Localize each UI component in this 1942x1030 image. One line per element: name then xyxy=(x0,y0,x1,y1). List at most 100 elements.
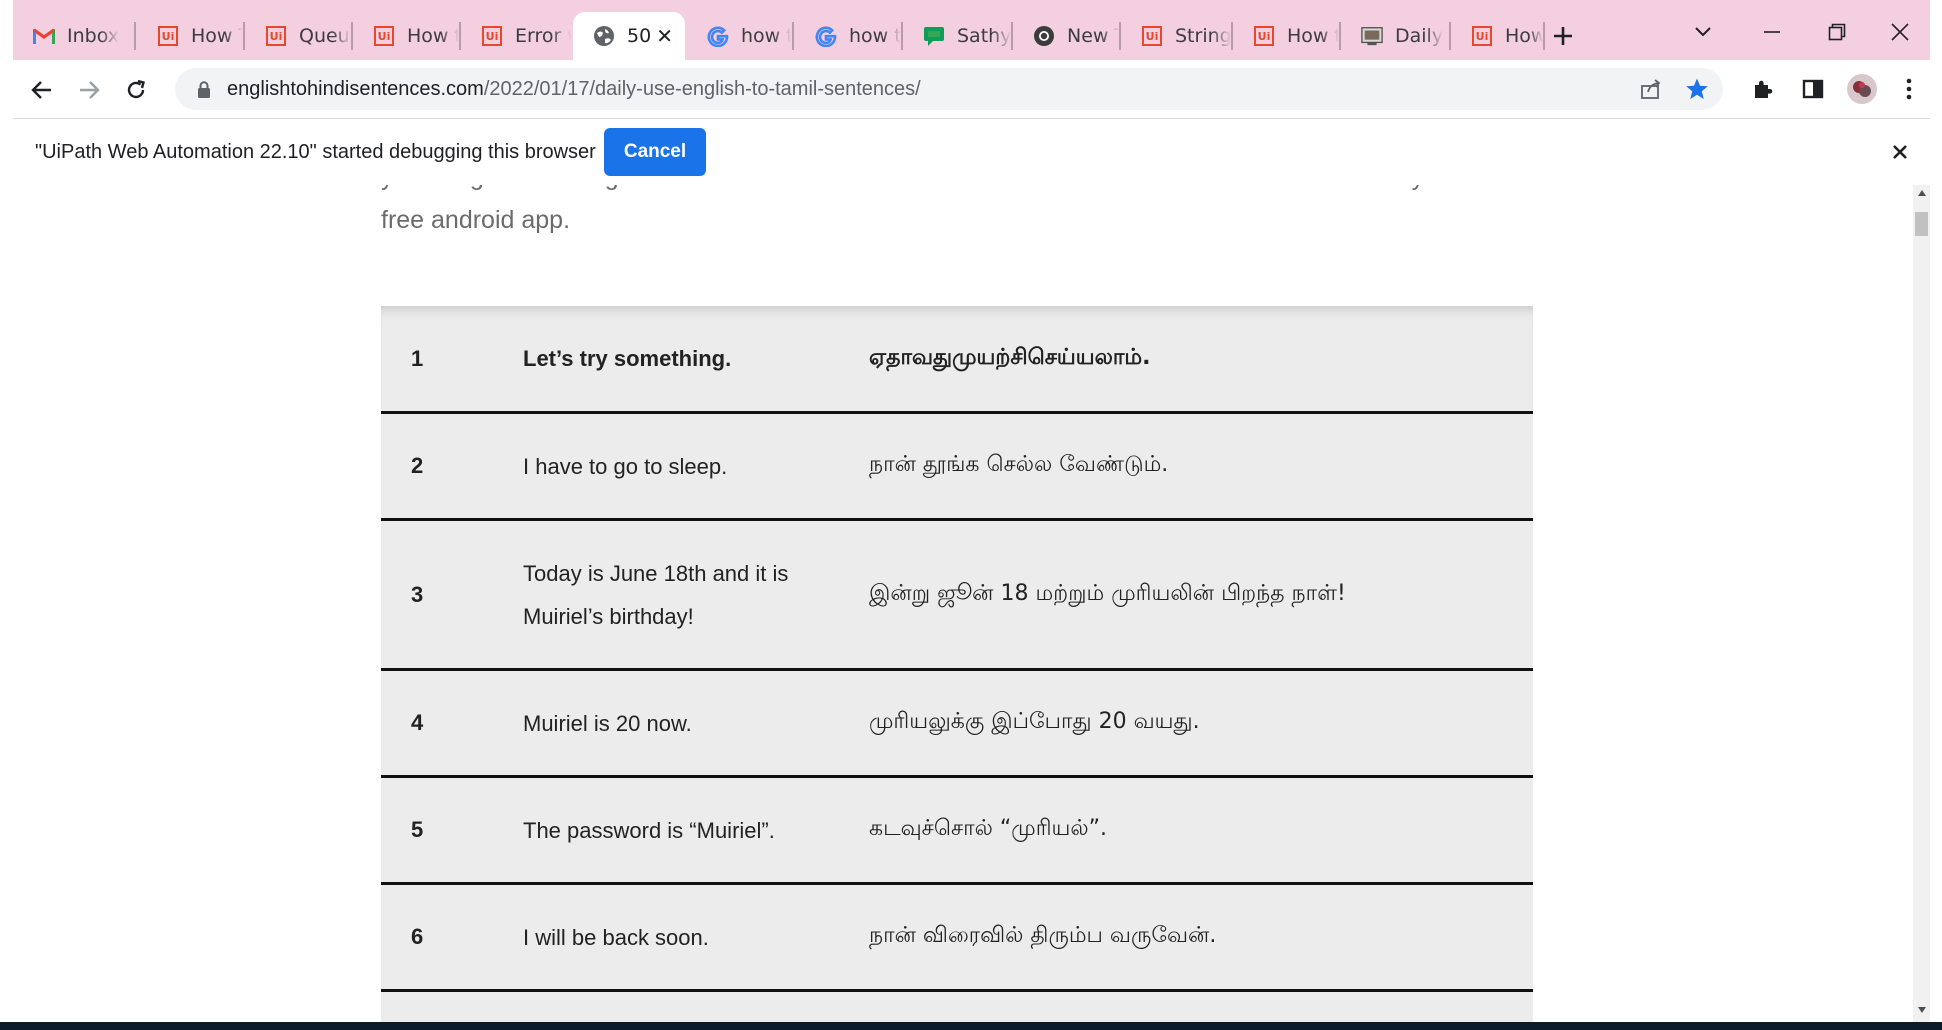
uipath-icon: Ui xyxy=(481,25,503,47)
table-row: 4 Muiriel is 20 now. முரியலுக்கு இப்போது… xyxy=(381,671,1533,778)
tamil-sentence: நான் தூங்க செல்ல வேண்டும். xyxy=(869,452,1169,477)
intro-paragraph: you will get 5000 English Sentences tran… xyxy=(381,185,1531,242)
reload-icon[interactable] xyxy=(119,73,153,107)
page-content: you will get 5000 English Sentences tran… xyxy=(13,185,1913,1022)
uipath-icon: Ui xyxy=(1253,25,1275,47)
uipath-icon: Ui xyxy=(157,25,179,47)
uipath-icon: Ui xyxy=(265,25,287,47)
tab-label: How c xyxy=(1505,25,1543,47)
table-row xyxy=(381,992,1533,1022)
browser-toolbar: englishtohindisentences.com/2022/01/17/d… xyxy=(13,60,1930,118)
tab-strip: Inbox Ui How T Ui Queue Ui How t Ui Erro… xyxy=(13,0,1930,60)
window-close-icon[interactable] xyxy=(1870,10,1930,54)
chrome-icon xyxy=(1033,25,1055,47)
debugging-infobar: "UiPath Web Automation 22.10" started de… xyxy=(13,118,1930,186)
tab-label: How t xyxy=(1287,25,1339,47)
restore-icon[interactable] xyxy=(1807,10,1867,54)
tab-label: How T xyxy=(191,25,243,47)
back-arrow-icon[interactable] xyxy=(25,73,59,107)
uipath-icon: Ui xyxy=(373,25,395,47)
tab-label: String xyxy=(1175,25,1231,47)
english-sentence: The password is “Muiriel”. xyxy=(523,817,775,843)
table-row: 3 Today is June 18th and it is Muiriel’s… xyxy=(381,521,1533,671)
tab-label: Daily xyxy=(1395,25,1444,47)
tab-uipath-5[interactable]: Ui String xyxy=(1121,12,1231,60)
extensions-puzzle-icon[interactable] xyxy=(1745,71,1781,107)
tamil-sentence: ஏதாவதுமுயற்சிசெய்யலாம். xyxy=(869,344,1151,370)
row-number: 3 xyxy=(411,581,424,607)
profile-avatar[interactable] xyxy=(1844,71,1880,107)
minimize-icon[interactable] xyxy=(1742,10,1802,54)
tab-label: Error w xyxy=(515,25,571,47)
tab-label: how to xyxy=(849,25,901,47)
taskbar-strip xyxy=(0,1022,1942,1030)
tab-uipath-7[interactable]: Ui How c xyxy=(1451,12,1543,60)
close-tab-icon[interactable]: ✕ xyxy=(656,24,673,48)
tab-label: New T xyxy=(1067,25,1119,47)
forward-arrow-icon[interactable] xyxy=(72,73,106,107)
cancel-button[interactable]: Cancel xyxy=(604,128,706,176)
tab-search-chevron-icon[interactable] xyxy=(1673,10,1733,54)
english-sentence: I have to go to sleep. xyxy=(523,453,728,479)
english-sentence: Let’s try something. xyxy=(523,346,732,371)
table-row: 1 Let’s try something. ஏதாவதுமுயற்சிசெய்… xyxy=(381,306,1533,414)
tab-active[interactable]: 50 ✕ xyxy=(573,12,685,60)
tab-label: Inbox xyxy=(67,25,119,47)
row-number: 4 xyxy=(411,710,424,735)
close-infobar-icon[interactable] xyxy=(1884,136,1916,168)
more-menu-icon[interactable] xyxy=(1891,71,1927,107)
google-icon xyxy=(707,25,729,47)
scroll-down-arrow-icon[interactable] xyxy=(1913,1006,1930,1018)
tab-google-2[interactable]: how to xyxy=(795,12,901,60)
table-row: 5 The password is “Muiriel”. கடவுச்சொல் … xyxy=(381,778,1533,885)
tab-uipath-4[interactable]: Ui Error w xyxy=(461,12,571,60)
url-text: englishtohindisentences.com/2022/01/17/d… xyxy=(227,78,921,100)
tab-chat[interactable]: Sathya xyxy=(903,12,1011,60)
tamil-sentence: கடவுச்சொல் “முரியல்”. xyxy=(869,816,1108,841)
uipath-icon: Ui xyxy=(1141,25,1163,47)
vertical-scrollbar[interactable] xyxy=(1913,185,1930,1022)
browser-window: Inbox Ui How T Ui Queue Ui How t Ui Erro… xyxy=(13,0,1930,1022)
table-row: 6 I will be back soon. நான் விரைவில் திர… xyxy=(381,885,1533,992)
tab-chrome[interactable]: New T xyxy=(1013,12,1119,60)
row-number: 1 xyxy=(411,345,424,371)
tamil-sentence: நான் விரைவில் திரும்ப வருவேன். xyxy=(869,923,1217,948)
tamil-sentence: இன்று ஜூன் 18 மற்றும் முரியலின் பிறந்த ந… xyxy=(869,580,1346,606)
chat-icon xyxy=(923,25,945,47)
bookmark-star-icon[interactable] xyxy=(1679,71,1715,107)
gmail-icon xyxy=(33,25,55,47)
google-icon xyxy=(815,25,837,47)
infobar-message: "UiPath Web Automation 22.10" started de… xyxy=(35,141,596,163)
tab-uipath-2[interactable]: Ui Queue xyxy=(245,12,351,60)
video-icon xyxy=(1361,25,1383,47)
english-sentence: Muiriel is 20 now. xyxy=(523,710,692,736)
tab-uipath-1[interactable]: Ui How T xyxy=(137,12,243,60)
tab-label: 50 xyxy=(627,25,652,47)
tab-uipath-3[interactable]: Ui How t xyxy=(353,12,459,60)
tamil-sentence: முரியலுக்கு இப்போது 20 வயது. xyxy=(869,709,1200,734)
uipath-icon: Ui xyxy=(1471,25,1493,47)
tab-label: Queue xyxy=(299,25,351,47)
intro-line: free android app. xyxy=(381,206,571,234)
tab-inbox[interactable]: Inbox xyxy=(13,12,133,60)
english-sentence: I will be back soon. xyxy=(523,924,709,950)
row-number: 6 xyxy=(411,924,424,949)
side-panel-icon[interactable] xyxy=(1795,71,1831,107)
scroll-up-arrow-icon[interactable] xyxy=(1913,189,1930,201)
share-icon[interactable] xyxy=(1633,71,1669,107)
lock-icon[interactable] xyxy=(197,81,211,102)
tab-uipath-6[interactable]: Ui How t xyxy=(1233,12,1339,60)
address-bar[interactable]: englishtohindisentences.com/2022/01/17/d… xyxy=(175,68,1723,110)
scrollbar-thumb[interactable] xyxy=(1915,212,1928,236)
tab-daily[interactable]: Daily xyxy=(1341,12,1449,60)
tab-google-1[interactable]: how to xyxy=(687,12,791,60)
globe-icon xyxy=(593,25,615,47)
tab-label: How t xyxy=(407,25,459,47)
new-tab-plus-icon[interactable] xyxy=(1546,19,1580,53)
row-number: 5 xyxy=(411,817,424,842)
tab-label: Sathya xyxy=(957,25,1011,47)
table-row: 2 I have to go to sleep. நான் தூங்க செல்… xyxy=(381,414,1533,521)
sentences-table: 1 Let’s try something. ஏதாவதுமுயற்சிசெய்… xyxy=(381,306,1533,1022)
row-number: 2 xyxy=(411,453,424,478)
tab-label: how to xyxy=(741,25,791,47)
